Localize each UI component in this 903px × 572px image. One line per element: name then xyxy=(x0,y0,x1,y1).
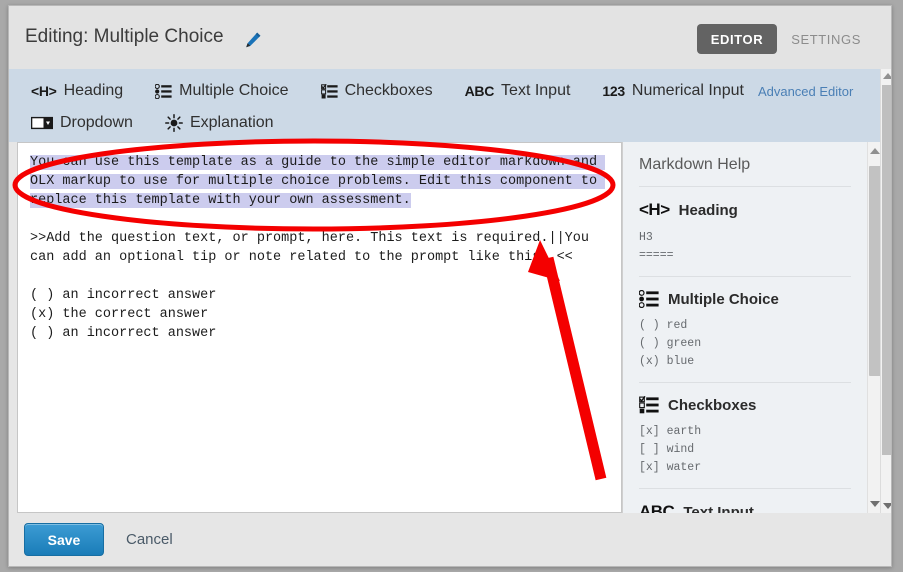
modal-footer: Save Cancel xyxy=(9,513,891,566)
explanation-icon xyxy=(164,114,183,132)
toolbar-dropdown-label: Dropdown xyxy=(60,114,133,131)
multiple-choice-icon xyxy=(155,83,172,99)
toolbar-explanation-button[interactable]: Explanation xyxy=(164,114,274,132)
help-heading-code: H3 ===== xyxy=(639,231,674,262)
scroll-down-arrow-icon[interactable] xyxy=(882,503,891,509)
scroll-up-arrow-icon[interactable] xyxy=(882,73,891,79)
tab-settings[interactable]: SETTINGS xyxy=(777,24,875,54)
help-multiple-choice-code: ( ) red ( ) green (x) blue xyxy=(639,319,702,368)
help-text-input-label: Text Input xyxy=(683,503,754,514)
advanced-editor-link[interactable]: Advanced Editor xyxy=(758,84,853,99)
toolbar-row-primary: <H> Heading Multiple Choice Checkboxes A… xyxy=(9,75,891,107)
toolbar-checkboxes-button[interactable]: Checkboxes xyxy=(320,82,433,100)
edit-component-modal: Editing: Multiple Choice EDITOR SETTINGS… xyxy=(8,5,892,567)
selected-template-text: You can use this template as a guide to … xyxy=(30,155,606,208)
help-section-multiple-choice: Multiple Choice ( ) red ( ) green (x) bl… xyxy=(639,277,851,383)
cancel-button[interactable]: Cancel xyxy=(126,531,173,548)
help-section-heading: <H> Heading H3 ===== xyxy=(639,187,851,277)
help-panel-scrollbar[interactable] xyxy=(867,142,880,513)
scroll-down-arrow-icon[interactable] xyxy=(870,501,880,507)
scroll-up-arrow-icon[interactable] xyxy=(870,148,880,154)
save-button[interactable]: Save xyxy=(24,523,104,556)
modal-scrollbar-thumb[interactable] xyxy=(882,85,891,455)
numerical-input-icon: 123 xyxy=(602,83,625,99)
editor-choice-1: ( ) an incorrect answer xyxy=(30,288,217,303)
multiple-choice-icon xyxy=(639,290,659,308)
markdown-help-panel: Markdown Help <H> Heading H3 ===== Multi… xyxy=(622,142,880,513)
help-panel-scrollbar-thumb[interactable] xyxy=(869,166,880,376)
toolbar-multiple-choice-label: Multiple Choice xyxy=(179,82,289,99)
heading-icon: <H> xyxy=(31,83,57,99)
editor-prompt-line: >>Add the question text, or prompt, here… xyxy=(30,231,598,265)
help-multiple-choice-label: Multiple Choice xyxy=(668,290,779,308)
help-text-input-row: ABC Text Input xyxy=(639,502,851,513)
help-section-checkboxes: Checkboxes [x] earth [ ] wind [x] water xyxy=(639,383,851,489)
toolbar-row-secondary: Dropdown Explanation xyxy=(9,107,891,139)
toolbar-heading-button[interactable]: <H> Heading xyxy=(31,82,123,100)
text-input-icon: ABC xyxy=(639,502,675,513)
text-input-icon: ABC xyxy=(464,83,495,99)
toolbar-numerical-input-button[interactable]: 123 Numerical Input xyxy=(602,82,744,100)
tab-editor[interactable]: EDITOR xyxy=(696,24,778,54)
toolbar-text-input-label: Text Input xyxy=(501,82,571,99)
page-title: Editing: Multiple Choice xyxy=(25,26,224,47)
markdown-editor-pane[interactable]: You can use this template as a guide to … xyxy=(17,142,622,513)
markdown-help-title: Markdown Help xyxy=(639,142,851,187)
modal-title-bar: Editing: Multiple Choice EDITOR SETTINGS xyxy=(9,6,891,69)
toolbar-text-input-button[interactable]: ABC Text Input xyxy=(465,82,571,100)
help-heading-label: Heading xyxy=(678,201,738,219)
heading-icon: <H> xyxy=(639,200,670,219)
toolbar-multiple-choice-button[interactable]: Multiple Choice xyxy=(155,82,289,100)
markdown-help-content: Markdown Help <H> Heading H3 ===== Multi… xyxy=(623,142,867,513)
help-heading-row: <H> Heading xyxy=(639,200,851,220)
toolbar-numerical-input-label: Numerical Input xyxy=(631,82,744,99)
editor-choice-3: ( ) an incorrect answer xyxy=(30,326,217,341)
checkboxes-icon xyxy=(639,396,659,414)
pencil-icon[interactable] xyxy=(243,30,263,50)
view-toggle-group: EDITOR SETTINGS xyxy=(696,24,875,54)
toolbar-checkboxes-label: Checkboxes xyxy=(344,82,433,99)
checkboxes-icon xyxy=(320,83,338,99)
modal-scrollbar[interactable] xyxy=(880,69,891,513)
dropdown-icon xyxy=(31,116,53,130)
markup-toolbar: <H> Heading Multiple Choice Checkboxes A… xyxy=(9,69,891,142)
toolbar-dropdown-button[interactable]: Dropdown xyxy=(31,114,133,132)
editor-choice-2: (x) the correct answer xyxy=(30,307,209,322)
toolbar-heading-label: Heading xyxy=(63,82,124,99)
toolbar-explanation-label: Explanation xyxy=(189,114,274,131)
help-checkboxes-code: [x] earth [ ] wind [x] water xyxy=(639,425,702,474)
help-multiple-choice-row: Multiple Choice xyxy=(639,290,851,308)
help-checkboxes-label: Checkboxes xyxy=(668,396,757,414)
editor-content-area: You can use this template as a guide to … xyxy=(9,142,891,513)
markdown-textarea[interactable]: You can use this template as a guide to … xyxy=(18,143,621,343)
help-checkboxes-row: Checkboxes xyxy=(639,396,851,414)
help-section-text-input: ABC Text Input xyxy=(639,489,851,513)
